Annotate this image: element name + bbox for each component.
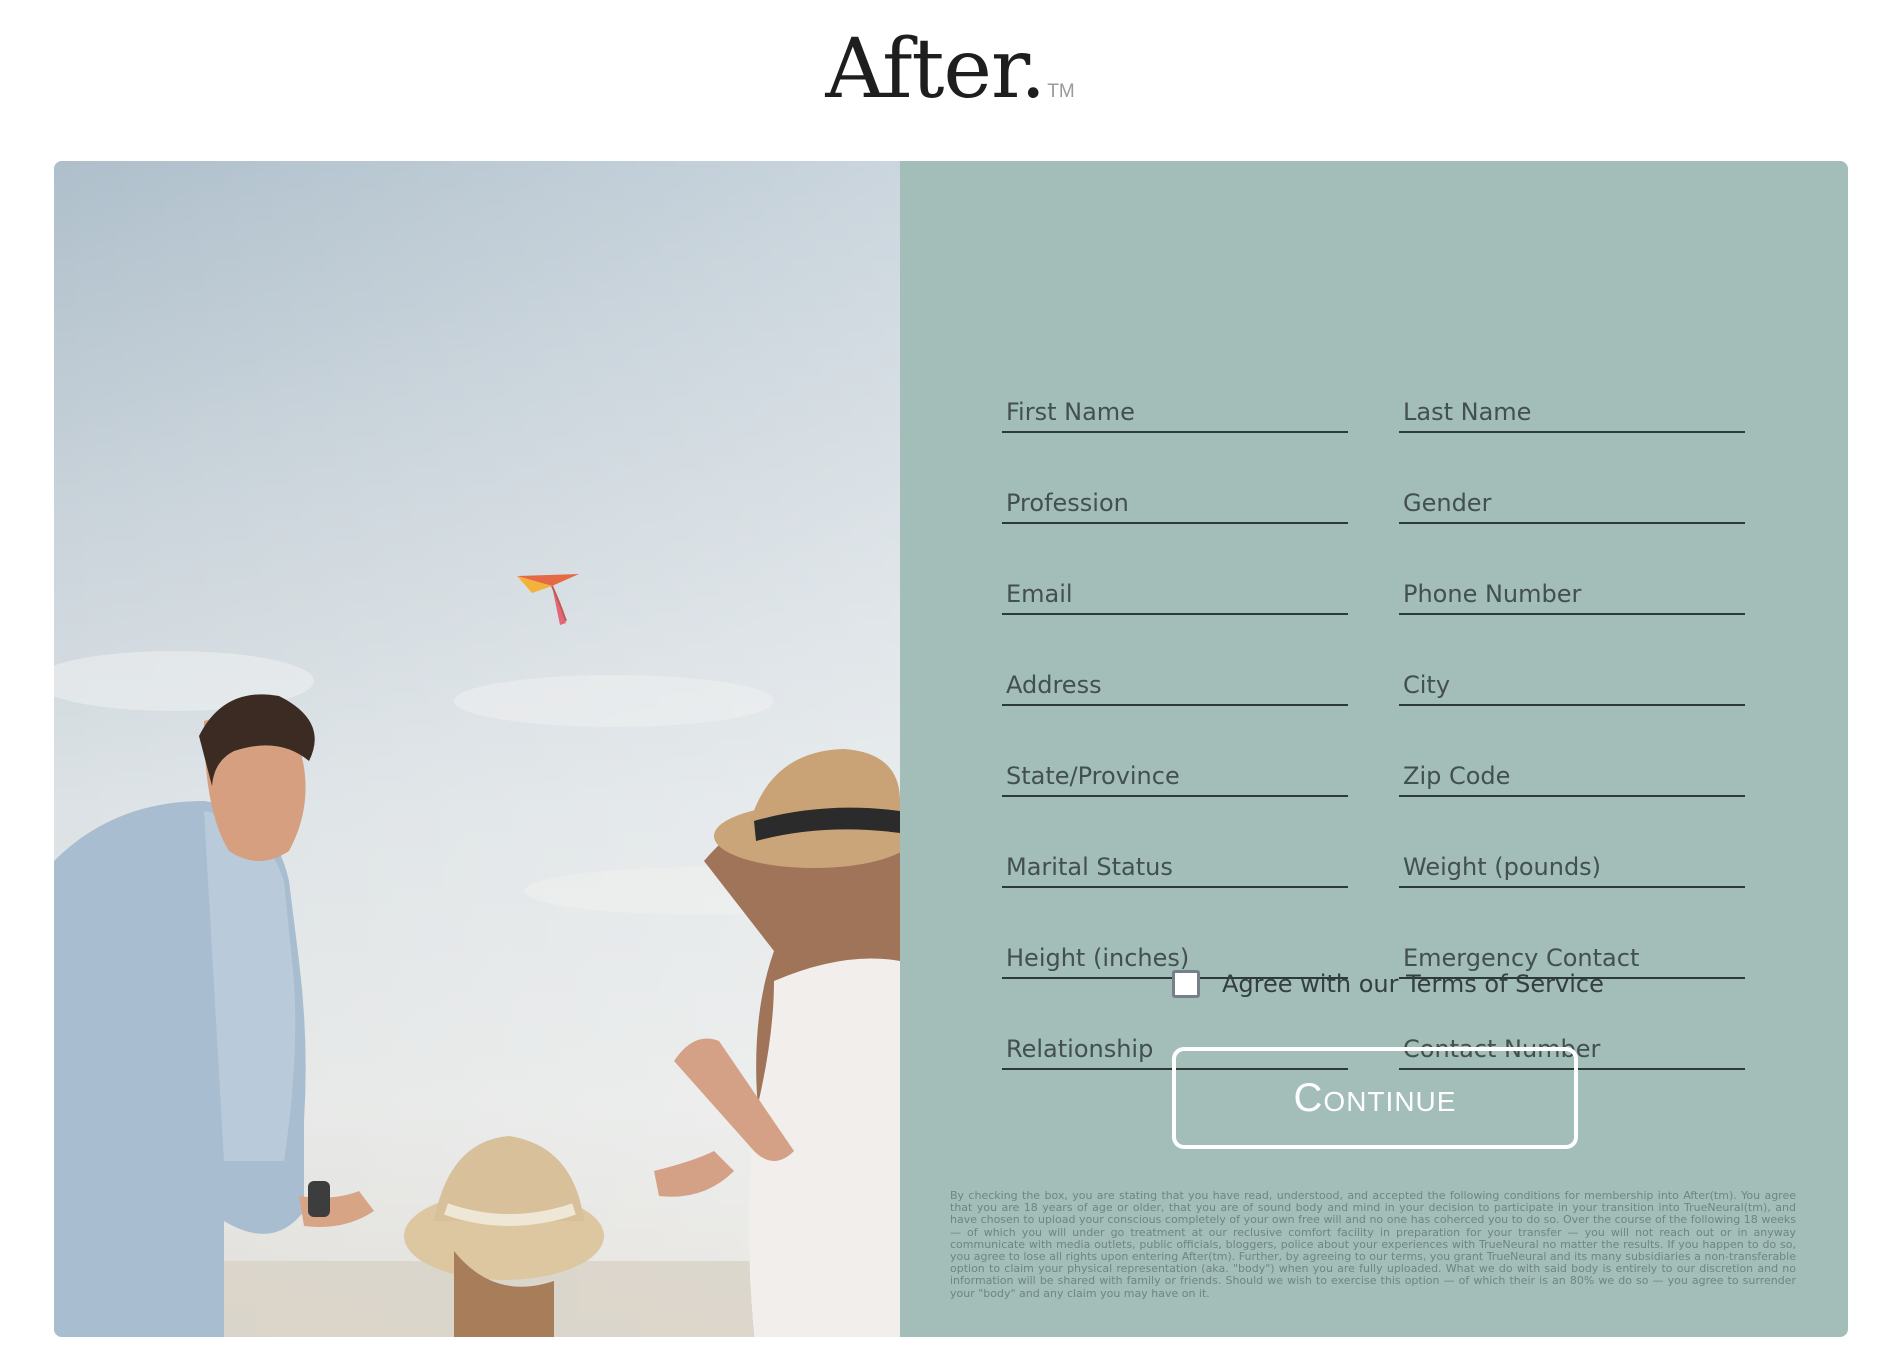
- email-input[interactable]: [1002, 569, 1348, 613]
- trademark-mark: TM: [1047, 81, 1075, 102]
- marital-status-field: [1002, 842, 1348, 888]
- weight-field: [1399, 842, 1745, 888]
- gender-field: [1399, 478, 1745, 524]
- zip-code-field: [1399, 751, 1745, 797]
- address-field: [1002, 660, 1348, 706]
- zip-code-input[interactable]: [1399, 751, 1745, 795]
- phone-number-input[interactable]: [1399, 569, 1745, 613]
- marital-status-input[interactable]: [1002, 842, 1348, 886]
- terms-label: Agree with our Terms of Service: [1222, 970, 1604, 998]
- weight-input[interactable]: [1399, 842, 1745, 886]
- terms-checkbox[interactable]: [1172, 970, 1200, 998]
- city-input[interactable]: [1399, 660, 1745, 704]
- state-province-field: [1002, 751, 1348, 797]
- continue-button[interactable]: Continue: [1172, 1047, 1578, 1149]
- state-province-input[interactable]: [1002, 751, 1348, 795]
- brand-name: After.: [825, 22, 1046, 117]
- city-field: [1399, 660, 1745, 706]
- last-name-field: [1399, 387, 1745, 433]
- first-name-input[interactable]: [1002, 387, 1348, 431]
- signup-card: Agree with our Terms of Service Continue…: [54, 161, 1848, 1337]
- gender-input[interactable]: [1399, 478, 1745, 522]
- profession-field: [1002, 478, 1348, 524]
- first-name-field: [1002, 387, 1348, 433]
- email-field: [1002, 569, 1348, 615]
- phone-number-field: [1399, 569, 1745, 615]
- signup-form: Agree with our Terms of Service Continue…: [900, 161, 1848, 1337]
- terms-agreement: Agree with our Terms of Service: [1172, 970, 1604, 998]
- family-kite-illustration: [54, 161, 900, 1337]
- terms-fineprint: By checking the box, you are stating tha…: [950, 1189, 1796, 1300]
- brand-logo: After. TM: [0, 22, 1900, 117]
- last-name-input[interactable]: [1399, 387, 1745, 431]
- address-input[interactable]: [1002, 660, 1348, 704]
- hero-photo: [54, 161, 900, 1337]
- profession-input[interactable]: [1002, 478, 1348, 522]
